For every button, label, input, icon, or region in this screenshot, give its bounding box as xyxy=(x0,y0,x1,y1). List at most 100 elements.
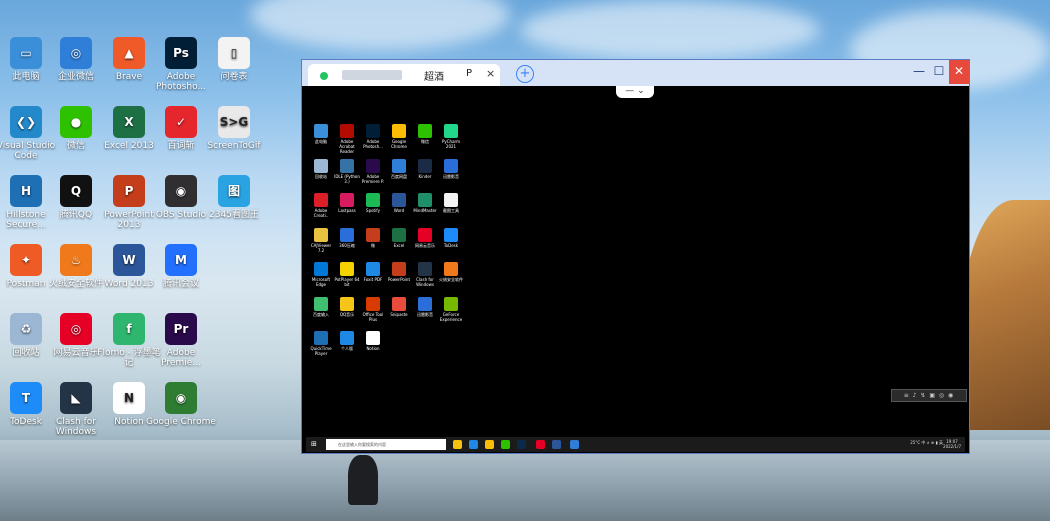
app-icon: ❮❯ xyxy=(10,106,42,138)
remote-icon-label: 微信 xyxy=(421,139,429,144)
wallpaper-cloud xyxy=(250,0,510,50)
remote-desktop-icon[interactable]: Adobe Photosh... xyxy=(360,124,386,149)
close-button[interactable]: ✕ xyxy=(949,60,969,84)
app-icon: ✓ xyxy=(165,106,197,138)
app-icon: ♨ xyxy=(60,244,92,276)
remote-app-icon xyxy=(314,296,328,311)
remote-desktop-icon[interactable]: Adobe Creati.. xyxy=(308,193,334,218)
remote-desktop-icon[interactable]: Excel xyxy=(386,227,412,248)
remote-desktop-icon[interactable]: 微信 xyxy=(412,124,438,144)
remote-desktop-icon[interactable]: 火绒安全软件 xyxy=(438,262,464,282)
remote-icon-label: 网易云音乐 xyxy=(415,242,435,248)
remote-desktop-icon[interactable]: GeForce Experience xyxy=(438,296,464,322)
remote-desktop-icon[interactable]: Office Tool Plus xyxy=(360,296,386,322)
desktop-icon[interactable]: Pr Adobe Premie... xyxy=(146,313,216,368)
remote-desktop-icon[interactable]: 微 xyxy=(360,227,386,248)
remote-desktop-icon[interactable]: Kinder xyxy=(412,158,438,179)
app-icon: ◉ xyxy=(165,382,197,414)
remote-desktop-icon[interactable]: 360压缩 xyxy=(334,227,360,248)
new-tab-button[interactable]: + xyxy=(516,65,534,83)
desktop-icon-label: ScreenToGif xyxy=(207,141,261,151)
remote-float-toolbar[interactable]: ≡ ♪ ↯ ▣ ◎ ◉ xyxy=(891,389,967,402)
app-icon: P xyxy=(113,175,145,207)
remote-icon-label: 百度输入 xyxy=(313,311,329,317)
session-dropdown-control[interactable]: — ⌄ xyxy=(616,86,654,98)
remote-desktop-icon[interactable]: PowerPoint xyxy=(386,262,412,282)
remote-date: 2022/1/7 xyxy=(943,444,961,449)
wallpaper-runner xyxy=(348,455,378,505)
remote-desktop-icon[interactable]: Word xyxy=(386,193,412,213)
remote-desktop-icon[interactable]: 迅雷影音 xyxy=(438,158,464,179)
remote-app-icon xyxy=(418,296,432,311)
taskbar-wechat-icon[interactable] xyxy=(501,440,510,449)
remote-icon-label: 此电脑 xyxy=(315,139,327,144)
remote-desktop-icon[interactable]: 截图工具 xyxy=(438,193,464,213)
remote-desktop-window[interactable]: 超酒 P × + — ☐ ✕ — ⌄ 此电脑 Adobe Acrobat Read… xyxy=(301,59,970,454)
app-icon: Ps xyxy=(165,37,197,69)
remote-desktop-icon[interactable]: Adobe Acrobat Reader xyxy=(334,124,360,154)
remote-desktop-icon[interactable]: Clash for Windows xyxy=(412,262,438,287)
desktop-icon[interactable]: S>G ScreenToGif xyxy=(199,106,269,151)
remote-app-icon xyxy=(366,193,380,207)
remote-app-icon xyxy=(418,262,432,276)
taskbar-todesk-icon[interactable] xyxy=(570,440,579,449)
remote-desktop-icon[interactable]: 此电脑 xyxy=(308,124,334,144)
browser-tab[interactable]: 超酒 P × xyxy=(308,64,500,86)
remote-desktop-icon[interactable]: 百度网盘 xyxy=(386,158,412,179)
remote-app-icon xyxy=(418,158,432,173)
remote-desktop-icon[interactable]: 百度输入 xyxy=(308,296,334,317)
remote-app-icon xyxy=(366,227,380,242)
taskbar-chrome-icon[interactable] xyxy=(485,440,494,449)
remote-desktop-icon[interactable]: Microsoft Edge xyxy=(308,262,334,287)
remote-app-icon xyxy=(340,262,354,276)
remote-desktop-icon[interactable]: CAJViewer 7.2 xyxy=(308,227,334,253)
taskbar-photoshop-icon[interactable] xyxy=(517,440,526,449)
remote-desktop-icon[interactable]: QuickTime Player xyxy=(308,331,334,356)
app-icon: ◉ xyxy=(165,175,197,207)
desktop-icon[interactable]: 图 2345看图王 xyxy=(199,175,269,220)
taskbar-word-icon[interactable] xyxy=(552,440,561,449)
remote-desktop-icon[interactable]: Foxit PDF xyxy=(360,262,386,282)
remote-icon-label: Adobe Creati.. xyxy=(313,208,329,218)
taskbar-netease-music-icon[interactable] xyxy=(536,440,545,449)
remote-search-input[interactable]: 在这里输入你要搜索的内容 xyxy=(326,439,446,450)
taskbar-edge-icon[interactable] xyxy=(469,440,478,449)
remote-icon-label: Notion xyxy=(366,346,380,351)
remote-desktop-icon[interactable]: 个人版 xyxy=(334,331,360,351)
remote-desktop-icon[interactable]: Spotify xyxy=(360,193,386,213)
remote-icon-label: 360压缩 xyxy=(339,242,355,248)
remote-app-icon xyxy=(392,262,406,276)
tab-close-icon[interactable]: × xyxy=(486,67,495,80)
remote-desktop-icon[interactable]: 迅雷影音 xyxy=(412,296,438,317)
remote-desktop-icon[interactable]: IDLE (Python 3.) xyxy=(334,158,360,184)
taskbar-explorer-icon[interactable] xyxy=(453,440,462,449)
connection-status-icon xyxy=(320,72,328,80)
remote-desktop-icon[interactable]: 回收站 xyxy=(308,158,334,179)
remote-icon-label: 火绒安全软件 xyxy=(439,277,463,282)
remote-desktop-icon[interactable]: 网易云音乐 xyxy=(412,227,438,248)
remote-desktop-icon[interactable]: Snipaste xyxy=(386,296,412,317)
remote-desktop-icon[interactable]: MindMaster xyxy=(412,193,438,213)
app-icon: Q xyxy=(60,175,92,207)
remote-desktop-icon[interactable]: PotPlayer 64 bit xyxy=(334,262,360,287)
window-titlebar[interactable]: 超酒 P × + — ☐ ✕ xyxy=(302,60,969,86)
maximize-button[interactable]: ☐ xyxy=(929,60,949,84)
remote-icon-label: Google Chrome xyxy=(391,139,407,149)
remote-desktop-icon[interactable]: Lastpass xyxy=(334,193,360,213)
remote-app-icon xyxy=(314,262,328,276)
remote-desktop-icon[interactable]: Notion xyxy=(360,331,386,351)
remote-desktop-icon[interactable]: Google Chrome xyxy=(386,124,412,149)
remote-desktop-icon[interactable]: Adobe Premiere P. xyxy=(360,158,386,184)
remote-icon-label: Kinder xyxy=(418,173,432,179)
desktop-icon[interactable]: M 腾讯会议 xyxy=(146,244,216,289)
remote-desktop-icon[interactable]: QQ音乐 xyxy=(334,296,360,317)
remote-desktop-icon[interactable]: PyCharm 2021 xyxy=(438,124,464,149)
remote-desktop-icon[interactable]: ToDesk xyxy=(438,227,464,248)
remote-app-icon xyxy=(340,158,354,173)
desktop-icon[interactable]: ◉ Google Chrome xyxy=(146,382,216,427)
remote-clock[interactable]: 19:07 2022/1/7 xyxy=(943,439,961,449)
minimize-button[interactable]: — xyxy=(909,60,929,84)
remote-start-icon[interactable]: ⊞ xyxy=(311,440,319,448)
desktop-icon[interactable]: ▯ 问卷表 xyxy=(199,37,269,82)
remote-system-tray[interactable]: 25°C 中 ∧ ⊕ ▮ 英 xyxy=(910,440,943,446)
